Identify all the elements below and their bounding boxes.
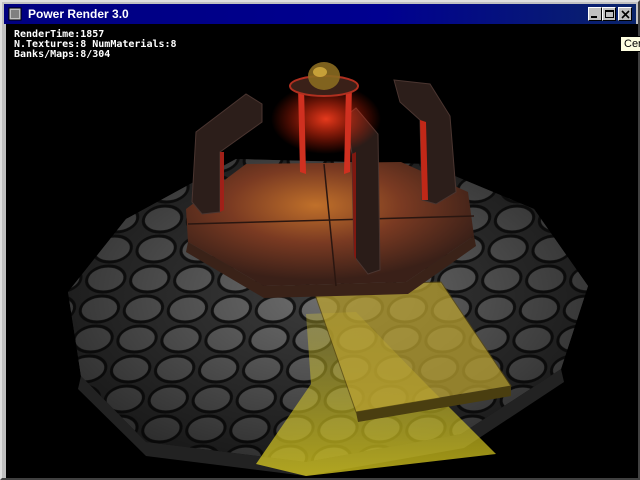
app-icon bbox=[8, 7, 22, 21]
render-viewport[interactable]: RenderTime:1857 N.Textures:8 NumMaterial… bbox=[6, 24, 638, 478]
window-title: Power Render 3.0 bbox=[28, 7, 129, 21]
close-icon bbox=[621, 10, 630, 19]
banks-maps-text: Banks/Maps:8/304 bbox=[14, 49, 111, 60]
tooltip: Cen bbox=[620, 36, 640, 52]
maximize-button[interactable] bbox=[602, 7, 616, 21]
minimize-icon bbox=[591, 16, 597, 18]
minimize-button[interactable] bbox=[588, 7, 602, 21]
rendered-3d-scene[interactable] bbox=[6, 24, 638, 478]
app-window: Power Render 3.0 RenderTime:1857 N.Textu… bbox=[0, 0, 640, 480]
maximize-icon bbox=[605, 10, 614, 18]
render-stats: RenderTime:1857 N.Textures:8 NumMaterial… bbox=[14, 30, 177, 60]
title-bar[interactable]: Power Render 3.0 bbox=[4, 4, 636, 24]
close-button[interactable] bbox=[618, 7, 632, 21]
